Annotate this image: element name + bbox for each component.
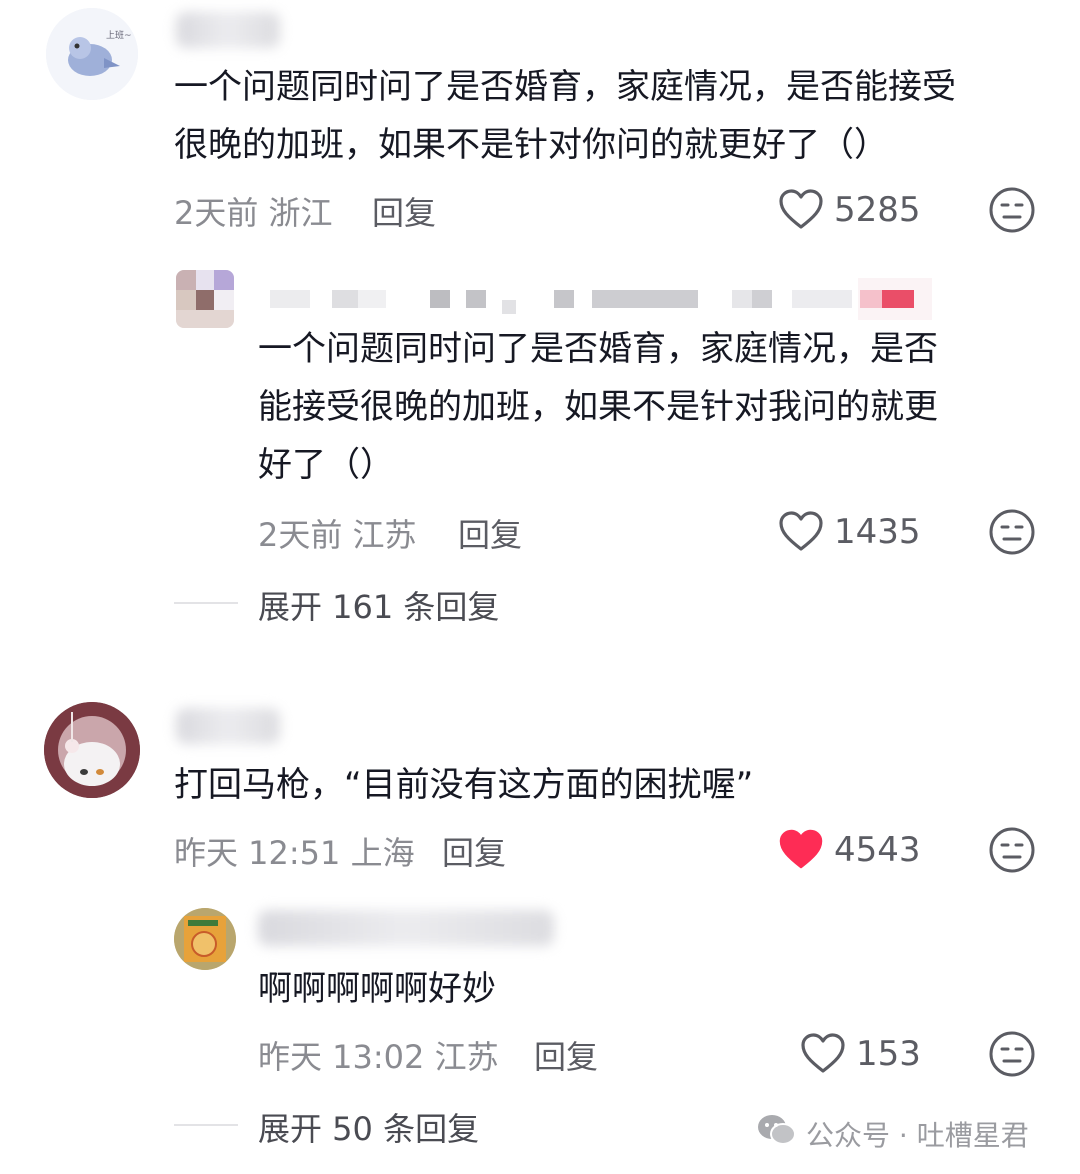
book-cover-avatar-image (174, 908, 236, 970)
heart-icon[interactable] (800, 1032, 846, 1074)
heart-icon[interactable] (778, 510, 824, 552)
avatar[interactable] (174, 908, 236, 970)
reply-meta: 昨天 13:02 江苏 (258, 1038, 499, 1076)
like-count: 1435 (834, 512, 921, 552)
divider (174, 1124, 238, 1126)
reply-button[interactable]: 回复 (534, 1032, 598, 1078)
comment-text: 打回马枪，“目前没有这方面的困扰喔” (174, 765, 754, 805)
svg-text:上班~: 上班~ (106, 29, 132, 41)
heart-icon[interactable] (778, 188, 824, 230)
meh-face-icon[interactable] (988, 826, 1036, 874)
meh-face-icon[interactable] (988, 186, 1036, 234)
avatar[interactable]: 上班~ (46, 8, 138, 100)
reply-button[interactable]: 回复 (442, 828, 506, 874)
like-count: 5285 (834, 190, 921, 230)
username-blurred[interactable] (258, 910, 554, 946)
meh-face-icon[interactable] (988, 1030, 1036, 1078)
meh-face-icon[interactable] (988, 508, 1036, 556)
expand-replies-button[interactable]: 展开 161 条回复 (258, 582, 499, 628)
username-blurred[interactable] (176, 708, 280, 744)
reply-button[interactable]: 回复 (372, 188, 436, 234)
comment-text: 一个问题同时问了是否婚育，家庭情况，是否能接受 很晚的加班，如果不是针对你问的就… (174, 67, 956, 165)
like-count: 4543 (834, 830, 921, 870)
comment-meta: 昨天 12:51 上海 (174, 834, 415, 872)
avatar[interactable] (176, 270, 234, 328)
expand-replies-button[interactable]: 展开 50 条回复 (258, 1104, 479, 1150)
reply-meta: 2天前 江苏 (258, 516, 417, 554)
watermark-text: 公众号 · 吐槽星君 (806, 1119, 1029, 1152)
like-count: 153 (856, 1034, 921, 1074)
cat-avatar-image (44, 702, 140, 798)
wechat-icon (756, 1112, 798, 1148)
avatar[interactable] (44, 702, 140, 798)
reply-text: 啊啊啊啊啊好妙 (258, 969, 496, 1009)
username-pixelated[interactable] (262, 274, 932, 322)
divider (174, 602, 238, 604)
heart-icon[interactable] (778, 828, 824, 870)
username-blurred[interactable] (176, 12, 280, 48)
reply-text: 一个问题同时问了是否婚育，家庭情况，是否 能接受很晚的加班，如果不是针对我问的就… (258, 329, 938, 485)
bird-avatar-image: 上班~ (46, 8, 138, 100)
comment-meta: 2天前 浙江 (174, 194, 333, 232)
reply-button[interactable]: 回复 (458, 510, 522, 556)
pixelated-avatar-image (176, 270, 234, 328)
